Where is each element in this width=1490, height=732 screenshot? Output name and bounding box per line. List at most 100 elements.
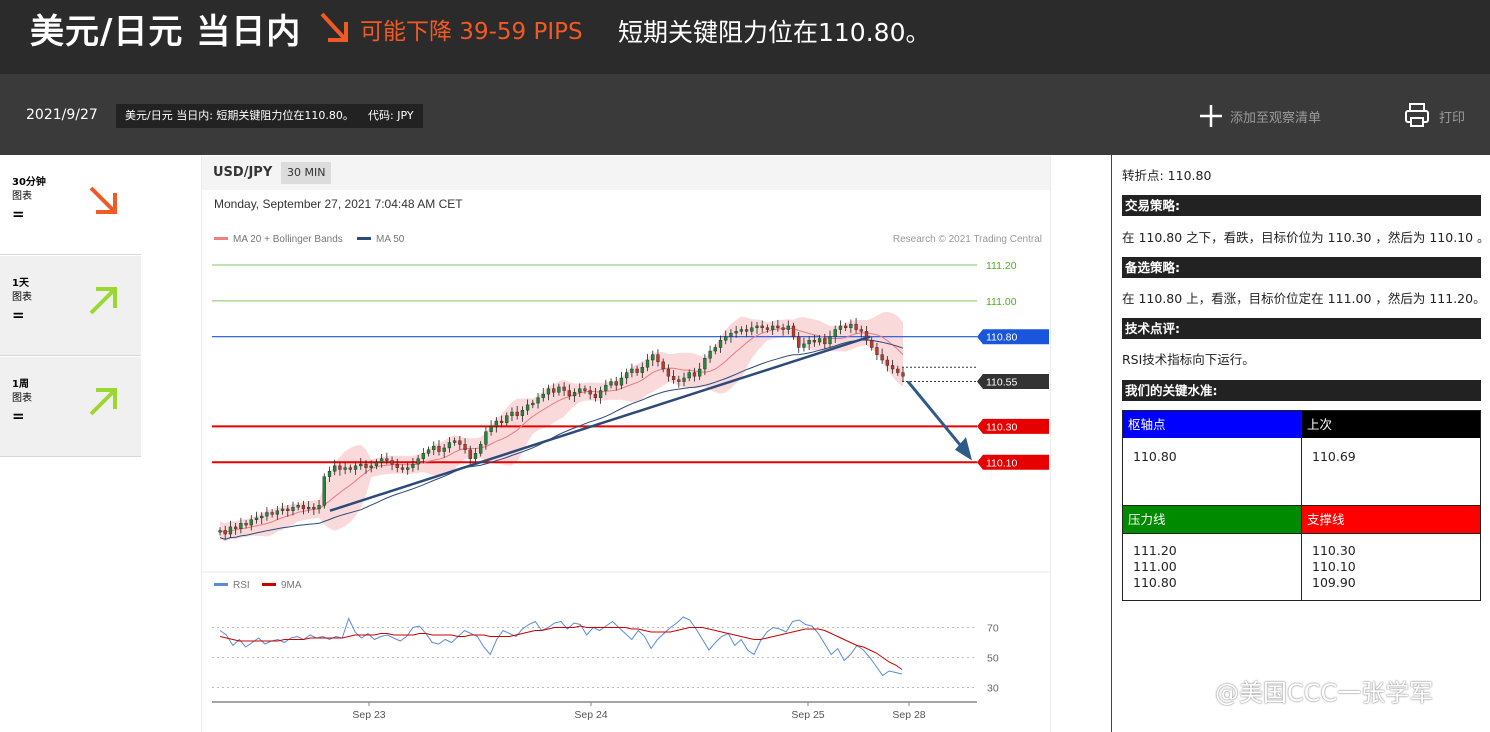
candle-body: [844, 325, 848, 328]
candle-body: [744, 329, 749, 332]
candle-body: [635, 368, 639, 373]
price-chart[interactable]: Monday, September 27, 2021 7:04:48 AM CE…: [202, 190, 1050, 732]
candle-body: [385, 458, 389, 461]
candle-body: [458, 440, 462, 445]
summary-text: 短期关键阻力位在110.80。: [618, 18, 931, 47]
candle-body: [301, 505, 306, 510]
candle-body: [515, 411, 519, 416]
up-right-arrow-icon: [89, 287, 117, 315]
candle-body: [625, 372, 629, 379]
code-chip[interactable]: 代码: JPY: [359, 104, 423, 128]
add-watchlist-button[interactable]: 添加至观察清单: [1230, 107, 1321, 126]
candle-body: [750, 327, 754, 332]
resistance-1: 111.20: [1133, 543, 1177, 558]
candle-body: [859, 329, 863, 332]
candle-body: [499, 420, 504, 424]
price-levels: [212, 264, 977, 464]
timeframe-1week[interactable]: 1周 图表 =: [0, 357, 141, 457]
candle-body: [849, 323, 853, 328]
candle-body: [651, 354, 655, 361]
candle-body: [280, 508, 285, 511]
printer-icon[interactable]: [1403, 101, 1431, 129]
candle-body: [823, 338, 827, 345]
candle-body: [619, 377, 624, 386]
timeframe-1day[interactable]: 1天 图表 =: [0, 256, 141, 356]
candle-body: [447, 442, 452, 449]
candle-body: [797, 336, 801, 348]
candle-body: [234, 526, 238, 529]
alt-strategy-text: 在 110.80 上，看涨，目标价位定在 111.00 ，然后为 111.20。: [1122, 291, 1486, 306]
candle-body: [510, 411, 514, 416]
candle-body: [437, 445, 441, 452]
candle-body: [239, 523, 243, 529]
candle-body: [265, 512, 269, 517]
candle-body: [901, 372, 905, 377]
candle-body: [682, 377, 686, 382]
candle-body: [885, 359, 889, 366]
candle-body: [317, 505, 321, 510]
candle-body: [286, 508, 290, 511]
candle-body: [327, 471, 332, 477]
rsi-level-label: 50: [987, 653, 999, 665]
candle-body: [692, 372, 697, 377]
pivot-text: 转折点: 110.80: [1122, 168, 1212, 183]
candle-body: [520, 410, 525, 416]
candle-body: [228, 526, 233, 535]
legend-9ma-swatch: [262, 583, 276, 586]
alt-strategy-heading: 备选策略:: [1122, 257, 1481, 278]
candle-body: [598, 390, 603, 398]
candle-body: [630, 368, 634, 373]
chart-timeframe-chip[interactable]: 30 MIN: [281, 162, 332, 184]
timeframe-30min[interactable]: 30分钟 图表 =: [0, 155, 141, 255]
candle-body: [583, 388, 587, 391]
strategy-heading: 交易策略:: [1122, 195, 1481, 216]
print-button[interactable]: 打印: [1439, 107, 1465, 126]
candle: [322, 473, 326, 509]
down-right-arrow-icon: [320, 12, 348, 42]
candle-body: [432, 445, 436, 450]
candle-body: [765, 327, 770, 330]
info-panel: 转折点: 110.80 交易策略: 在 110.80 之下，看跌，目标价位为 1…: [1111, 155, 1490, 732]
chart-panel: USD/JPY 30 MIN Monday, September 27, 202…: [201, 156, 1051, 732]
candle-body: [593, 393, 598, 398]
candle-body: [296, 505, 300, 508]
candle-body: [645, 359, 650, 368]
candle-body: [411, 463, 415, 468]
headline-chip[interactable]: 美元/日元 当日内: 短期关键阻力位在110.80。: [116, 104, 363, 128]
candle-body: [489, 426, 493, 432]
x-axis: Sep 23 Sep 24 Sep 25 Sep 28: [212, 701, 977, 721]
candle-body: [249, 519, 253, 526]
page-title: 美元/日元 当日内: [30, 12, 302, 52]
candle-body: [880, 354, 884, 361]
candle-body: [333, 465, 337, 472]
candle-body: [452, 440, 457, 443]
legend-rsi: RSI: [233, 580, 250, 591]
candle-body: [802, 343, 806, 348]
plus-icon[interactable]: [1198, 103, 1224, 129]
candle-body: [562, 386, 566, 391]
up-right-arrow-icon: [89, 388, 117, 416]
candle-body: [833, 329, 837, 337]
projection-arrow-line: [906, 380, 966, 451]
candle-body: [468, 449, 472, 459]
support-1: 110.30: [1312, 543, 1356, 558]
comment-heading: 技术点评:: [1122, 318, 1481, 339]
timeframe-sub: 图表: [12, 393, 32, 404]
timeframe-sub: 图表: [12, 292, 32, 303]
x-tick-label: Sep 25: [791, 709, 824, 721]
top-header: 美元/日元 当日内 可能下降 39-59 PIPS 短期关键阻力位在110.80…: [0, 0, 1490, 74]
price-level-labels: 111.20 111.00 110.80 110.55 110.30 110.10: [977, 260, 1049, 470]
candle-body: [338, 465, 342, 470]
support-3: 109.90: [1312, 575, 1356, 590]
last-value: 110.69: [1312, 449, 1356, 464]
legend-ma50-swatch: [357, 237, 371, 240]
candle-body: [374, 462, 379, 467]
date-label: 2021/9/27: [26, 107, 98, 123]
level-label-110.55: 110.55: [986, 377, 1017, 389]
candle-body: [531, 402, 535, 406]
pivot-value: 110.80: [1133, 449, 1177, 464]
candle-body: [896, 368, 900, 373]
candle-body: [400, 467, 405, 470]
candle-body: [817, 338, 822, 343]
candle-body: [379, 458, 384, 463]
